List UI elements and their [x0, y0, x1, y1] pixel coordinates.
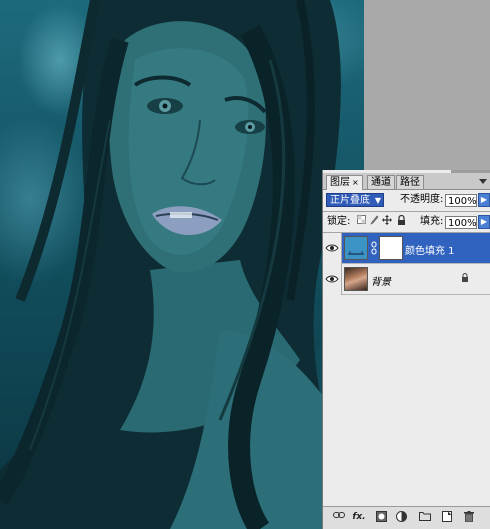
- trash-icon[interactable]: [463, 511, 475, 523]
- chevron-down-icon: ▼: [374, 196, 381, 205]
- blend-row: 正片叠底 ▼ 不透明度: 100% ▶: [323, 191, 490, 209]
- layer-row-color-fill[interactable]: 颜色填充 1: [323, 233, 490, 264]
- layer-mask-thumbnail[interactable]: [379, 236, 403, 260]
- layers-panel: 图层 × 通道 路径 正片叠底 ▼ 不透明度: 100% ▶ 锁定: 填充: 1…: [322, 170, 490, 529]
- lock-move-icon[interactable]: [382, 215, 392, 225]
- opacity-slider-button[interactable]: ▶: [478, 193, 490, 207]
- opacity-input[interactable]: 100%: [445, 194, 477, 207]
- tab-close-icon[interactable]: ×: [352, 178, 359, 187]
- fill-label: 填充:: [420, 216, 444, 227]
- lock-icon: [461, 273, 469, 285]
- eye-icon: [325, 275, 339, 283]
- eye-icon: [325, 244, 339, 252]
- lock-row: 锁定: 填充: 100% ▶: [323, 213, 490, 231]
- photo-portrait: [0, 0, 364, 529]
- tab-channels[interactable]: 通道: [367, 175, 395, 189]
- lock-transparent-icon[interactable]: [356, 215, 366, 225]
- fill-color-thumbnail[interactable]: [344, 236, 368, 260]
- adjustment-icon[interactable]: [395, 511, 407, 523]
- fill-slider-button[interactable]: ▶: [478, 215, 490, 229]
- fill-input[interactable]: 100%: [445, 216, 477, 229]
- visibility-toggle[interactable]: [323, 264, 342, 295]
- visibility-toggle[interactable]: [323, 233, 342, 264]
- divider: [323, 211, 490, 212]
- lock-brush-icon[interactable]: [369, 215, 379, 225]
- lock-label: 锁定:: [327, 216, 351, 227]
- panel-bottom-bar: fx.: [323, 506, 490, 529]
- panel-tabbar: 图层 × 通道 路径: [323, 173, 490, 190]
- tab-paths[interactable]: 路径: [396, 175, 424, 189]
- chain-link-icon[interactable]: [371, 241, 377, 258]
- blend-mode-select[interactable]: 正片叠底 ▼: [326, 193, 384, 207]
- panel-menu-icon[interactable]: [478, 178, 488, 186]
- fx-icon[interactable]: fx.: [351, 511, 367, 523]
- new-layer-icon[interactable]: [441, 511, 453, 523]
- background-thumbnail[interactable]: [344, 267, 368, 291]
- tab-paths-label: 路径: [400, 177, 420, 188]
- canvas-image: [0, 0, 364, 529]
- link-icon[interactable]: [333, 511, 345, 523]
- lock-all-icon[interactable]: [396, 214, 406, 225]
- tab-layers[interactable]: 图层 ×: [326, 175, 363, 190]
- folder-icon[interactable]: [419, 511, 431, 523]
- layer-row-background[interactable]: 背景: [323, 264, 490, 295]
- tab-channels-label: 通道: [371, 177, 391, 188]
- opacity-label: 不透明度:: [400, 194, 444, 205]
- layer-name[interactable]: 背景: [371, 273, 391, 288]
- mask-icon[interactable]: [375, 511, 387, 523]
- layer-name[interactable]: 颜色填充 1: [405, 242, 455, 257]
- tab-layers-label: 图层: [330, 177, 350, 188]
- blend-mode-value: 正片叠底: [330, 195, 370, 206]
